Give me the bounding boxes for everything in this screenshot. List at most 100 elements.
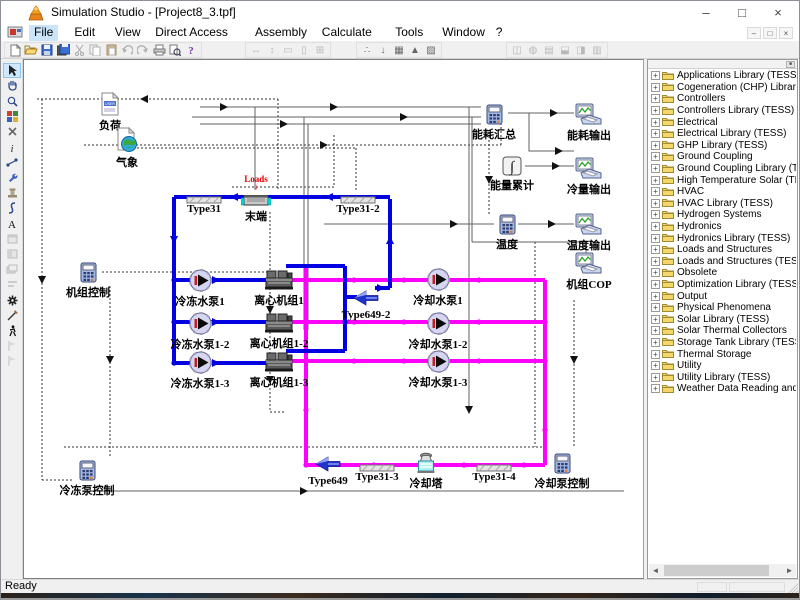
horizontal-scrollbar[interactable]: ◄ ► — [649, 564, 796, 577]
print-preview-icon[interactable] — [167, 43, 183, 57]
window-b-icon[interactable] — [3, 247, 21, 262]
signal-tool-icon[interactable] — [3, 201, 21, 216]
expand-icon[interactable]: + — [651, 94, 660, 103]
grid-view-icon[interactable]: ▦ — [391, 43, 407, 57]
cut-icon[interactable] — [71, 43, 87, 57]
flag-a-icon[interactable] — [3, 338, 21, 353]
plot-tool-icon[interactable]: ▨ — [423, 43, 439, 57]
expand-icon[interactable]: + — [651, 71, 660, 80]
doc-close-button[interactable]: × — [779, 27, 793, 39]
expand-icon[interactable]: + — [651, 210, 660, 219]
zoom-tool-icon[interactable] — [3, 94, 21, 109]
menu-edit[interactable]: Edit — [69, 25, 100, 41]
pan-tool-icon[interactable] — [3, 78, 21, 93]
window-a-icon[interactable] — [3, 231, 21, 246]
print-icon[interactable] — [151, 43, 167, 57]
expand-icon[interactable]: + — [651, 292, 660, 301]
save-file-icon[interactable] — [39, 43, 55, 57]
menu-?[interactable]: ? — [491, 25, 508, 41]
window-tile-icon[interactable]: ◍ — [525, 43, 541, 57]
info-tool-icon[interactable]: i — [3, 140, 21, 155]
resize-grip[interactable] — [788, 583, 798, 593]
layer-1-icon[interactable]: ⬓ — [557, 43, 573, 57]
tree-item[interactable]: +Weather Data Reading and Process — [649, 383, 796, 395]
menu-calculate[interactable]: Calculate — [317, 25, 377, 41]
expand-icon[interactable]: + — [651, 176, 660, 185]
select-tool-icon[interactable] — [3, 63, 21, 78]
zoom-grid-icon[interactable]: ⊞ — [312, 43, 328, 57]
expand-icon[interactable]: + — [651, 187, 660, 196]
flag-b-icon[interactable] — [3, 354, 21, 369]
menu-view[interactable]: View — [110, 25, 146, 41]
layer-3-icon[interactable]: ▥ — [589, 43, 605, 57]
expand-icon[interactable]: + — [651, 245, 660, 254]
scroll-right-icon[interactable]: ► — [783, 564, 796, 577]
zoom-page-icon[interactable]: ▭ — [280, 43, 296, 57]
minimize-button[interactable]: – — [689, 1, 723, 24]
expand-icon[interactable]: + — [651, 199, 660, 208]
assembly-tree-icon[interactable]: ∴ — [359, 43, 375, 57]
help-about-icon[interactable]: ? — [183, 43, 199, 57]
close-button[interactable]: × — [761, 1, 795, 24]
doc-minimize-button[interactable]: – — [747, 27, 761, 39]
flow-arrow — [230, 193, 238, 201]
window-cascade-icon[interactable]: ◫ — [509, 43, 525, 57]
new-file-icon[interactable] — [7, 43, 23, 57]
menu-file[interactable]: File — [29, 25, 58, 41]
expand-icon[interactable]: + — [651, 373, 660, 382]
insert-down-icon[interactable]: ↓ — [375, 43, 391, 57]
undo-icon[interactable] — [119, 43, 135, 57]
expand-icon[interactable]: + — [651, 152, 660, 161]
link-tool-icon[interactable] — [3, 155, 21, 170]
expand-icon[interactable]: + — [651, 303, 660, 312]
redo-icon[interactable] — [135, 43, 151, 57]
menu-tools[interactable]: Tools — [390, 25, 428, 41]
expand-icon[interactable]: + — [651, 361, 660, 370]
menu-window[interactable]: Window — [437, 25, 490, 41]
expand-icon[interactable]: + — [651, 129, 660, 138]
draw-line-icon[interactable] — [3, 308, 21, 323]
open-file-icon[interactable] — [23, 43, 39, 57]
text-tool-icon[interactable]: A — [3, 216, 21, 231]
doc-restore-button[interactable]: □ — [763, 27, 777, 39]
maximize-button[interactable]: □ — [725, 1, 759, 24]
menu-direct-access[interactable]: Direct Access — [150, 25, 233, 41]
component-tool-icon[interactable]: ▲ — [407, 43, 423, 57]
expand-icon[interactable]: + — [651, 141, 660, 150]
menu-assembly[interactable]: Assembly — [250, 25, 312, 41]
scrollbar-thumb[interactable] — [664, 565, 769, 576]
fit-width-icon[interactable]: ↔ — [248, 43, 264, 57]
expand-icon[interactable]: + — [651, 83, 660, 92]
expand-icon[interactable]: + — [651, 234, 660, 243]
zoom-full-icon[interactable]: ▯ — [296, 43, 312, 57]
expand-icon[interactable]: + — [651, 350, 660, 359]
settings-gear-icon[interactable] — [3, 293, 21, 308]
panel-close-icon[interactable]: ■ — [786, 61, 795, 68]
stamp-tool-icon[interactable] — [3, 185, 21, 200]
paste-icon[interactable] — [103, 43, 119, 57]
layers-icon[interactable] — [3, 262, 21, 277]
save-all-icon[interactable] — [55, 43, 71, 57]
layer-2-icon[interactable]: ◨ — [573, 43, 589, 57]
expand-icon[interactable]: + — [651, 118, 660, 127]
scroll-left-icon[interactable]: ◄ — [649, 564, 662, 577]
parameter-tool-icon[interactable] — [3, 170, 21, 185]
expand-icon[interactable]: + — [651, 326, 660, 335]
expand-icon[interactable]: + — [651, 315, 660, 324]
expand-icon[interactable]: + — [651, 384, 660, 393]
delete-tool-icon[interactable] — [3, 124, 21, 139]
copy-icon[interactable] — [87, 43, 103, 57]
expand-icon[interactable]: + — [651, 280, 660, 289]
project-canvas[interactable]: USER负荷气象Type31末端Type31-2冷冻水泵1离心机组1Type64… — [23, 59, 644, 579]
expand-icon[interactable]: + — [651, 338, 660, 347]
new-component-tool-icon[interactable] — [3, 109, 21, 124]
expand-icon[interactable]: + — [651, 164, 660, 173]
expand-icon[interactable]: + — [651, 106, 660, 115]
run-icon[interactable] — [3, 323, 21, 338]
expand-icon[interactable]: + — [651, 222, 660, 231]
expand-icon[interactable]: + — [651, 268, 660, 277]
window-arrange-icon[interactable]: ▤ — [541, 43, 557, 57]
align-icon[interactable] — [3, 277, 21, 292]
fit-height-icon[interactable]: ↕ — [264, 43, 280, 57]
expand-icon[interactable]: + — [651, 257, 660, 266]
